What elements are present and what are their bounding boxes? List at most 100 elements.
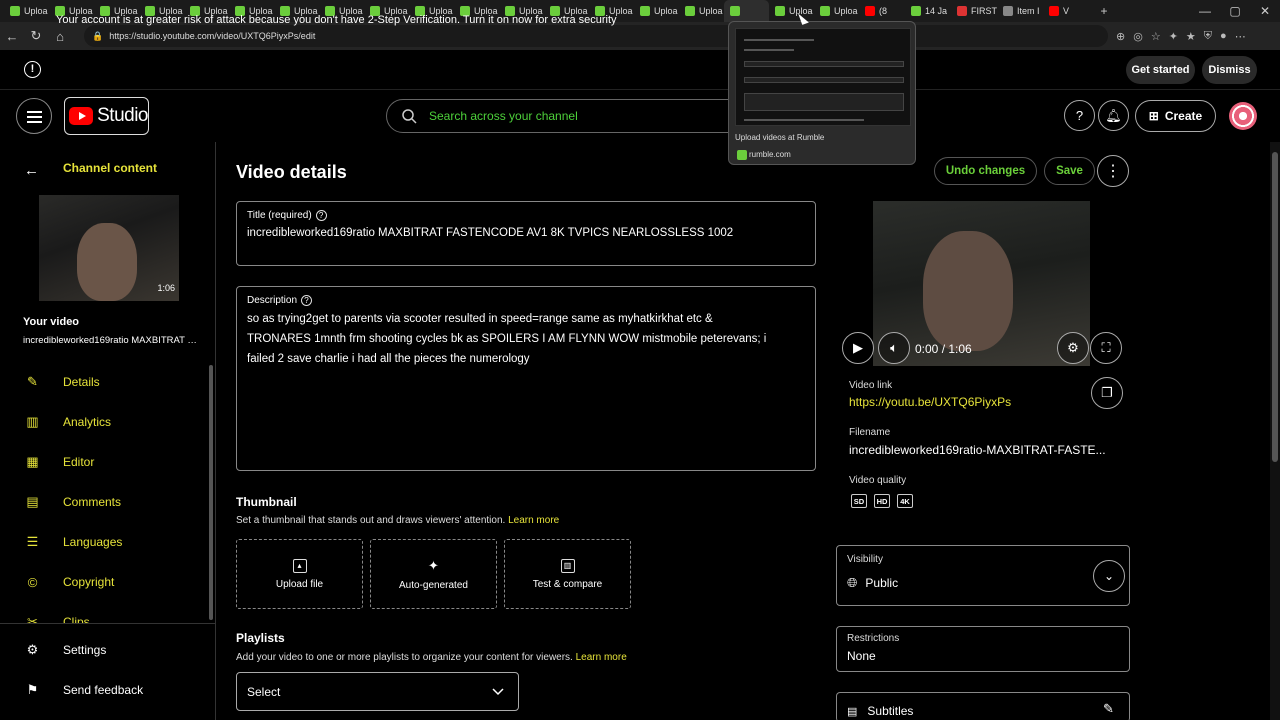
more-options-icon[interactable]: ⋮ — [1097, 155, 1129, 187]
your-video-label: Your video — [23, 316, 80, 328]
tab-favicon-icon — [640, 6, 650, 16]
volume-icon[interactable]: 🔈︎ — [878, 332, 910, 364]
close-icon[interactable]: ✕ — [1250, 4, 1280, 18]
sidebar-item-comments[interactable]: ▤ Comments — [0, 482, 210, 522]
tab-label: Uploa — [654, 6, 678, 16]
channel-content-link[interactable]: Channel content — [63, 161, 157, 175]
chevron-down-icon[interactable]: ⌄ — [1093, 560, 1125, 592]
profile-icon[interactable]: ● — [1220, 30, 1227, 43]
description-line: failed 2 save charlie i had all the piec… — [247, 353, 530, 365]
video-time: 0:00 / 1:06 — [915, 342, 972, 356]
sidebar-item-languages[interactable]: ☰ Languages — [0, 522, 210, 562]
subtitles-icon: ▤ — [847, 705, 858, 718]
shield-icon[interactable]: ⛨ — [1204, 30, 1212, 43]
help-circle-icon[interactable]: ? — [315, 210, 327, 221]
browser-tab[interactable]: 14 Ja — [905, 0, 951, 22]
address-bar[interactable]: 🔒 https://studio.youtube.com/video/UXTQ6… — [84, 25, 1108, 47]
video-player[interactable]: ▶ 🔈︎ 0:00 / 1:06 ⚙ ⛶ — [842, 201, 1122, 366]
play-icon[interactable]: ▶ — [842, 332, 874, 364]
browser-tab[interactable]: Uploa — [679, 0, 724, 22]
title-field[interactable]: Title (required)? incredibleworked169rat… — [236, 201, 816, 266]
sidebar-item-label: Analytics — [63, 415, 112, 429]
subtitles-box[interactable]: ▤ Subtitles ✎ — [836, 692, 1130, 720]
video-thumbnail[interactable]: 1:06 — [39, 195, 179, 301]
editor-icon: ▦ — [26, 454, 39, 469]
globe-icon: 🌐︎ — [847, 575, 858, 590]
back-icon[interactable]: ← — [0, 29, 24, 44]
undo-changes-button[interactable]: Undo changes — [934, 157, 1037, 185]
tab-preview-domain: rumble.com — [749, 150, 791, 159]
video-link[interactable]: https://youtu.be/UXTQ6PiyxPs — [849, 395, 1011, 409]
sidebar-item-details[interactable]: ✎ Details — [0, 362, 210, 402]
reload-icon[interactable]: ↻ — [24, 28, 48, 44]
search-placeholder: Search across your channel — [429, 109, 578, 123]
restrictions-label: Restrictions — [847, 633, 900, 644]
sparkle-icon: ✦ — [428, 557, 439, 573]
back-arrow-icon[interactable]: ← — [24, 162, 39, 179]
restrictions-value: None — [847, 649, 876, 663]
help-circle-icon[interactable]: ? — [301, 295, 313, 306]
browser-tab[interactable]: Uploa — [4, 0, 49, 22]
sidebar-item-analytics[interactable]: ▥ Analytics — [0, 402, 210, 442]
browser-tab[interactable]: V — [1043, 0, 1089, 22]
browser-tab[interactable]: FIRST — [951, 0, 997, 22]
learn-more-link[interactable]: Learn more — [576, 652, 627, 663]
browser-tab[interactable] — [724, 0, 769, 22]
tab-label: Uploa — [834, 6, 858, 16]
copy-icon[interactable]: ❐ — [1091, 377, 1123, 409]
browser-tab[interactable]: (8 — [859, 0, 905, 22]
your-video-name: incredibleworked169ratio MAXBITRAT FASTE… — [23, 335, 198, 346]
video-quality-label: Video quality — [849, 475, 907, 486]
zoom-icon[interactable]: ⊕ — [1116, 30, 1125, 43]
auto-generated-label: Auto-generated — [399, 579, 468, 591]
upload-file-button[interactable]: ▴ Upload file — [236, 539, 363, 609]
dismiss-button[interactable]: Dismiss — [1202, 56, 1257, 84]
filename-label: Filename — [849, 427, 891, 438]
languages-icon: ☰ — [26, 534, 39, 549]
restrictions-box[interactable]: Restrictions None — [836, 626, 1130, 672]
chevron-down-icon — [492, 687, 504, 695]
browser-tab[interactable]: Uploa — [634, 0, 679, 22]
menu-icon[interactable]: ⋯ — [1235, 30, 1246, 43]
learn-more-link[interactable]: Learn more — [508, 515, 559, 526]
favorite-icon[interactable]: ☆ — [1151, 30, 1161, 43]
home-icon[interactable]: ⌂ — [48, 29, 72, 44]
sidebar-item-copyright[interactable]: © Copyright — [0, 562, 210, 602]
new-tab-button[interactable]: + — [1089, 4, 1119, 18]
settings-gear-icon[interactable]: ⚙ — [1057, 332, 1089, 364]
send-feedback-item[interactable]: ⚑ Send feedback — [0, 672, 210, 708]
minimize-icon[interactable]: — — [1190, 4, 1220, 18]
description-field[interactable]: Description? so as trying2get to parents… — [236, 286, 816, 471]
pencil-icon[interactable]: ✎ — [1103, 701, 1114, 717]
help-icon[interactable]: ? — [1064, 100, 1095, 131]
sidebar-item-editor[interactable]: ▦ Editor — [0, 442, 210, 482]
extensions-icon[interactable]: ✦ — [1169, 30, 1178, 43]
notifications-icon[interactable]: 🔔︎ — [1098, 100, 1129, 131]
settings-item[interactable]: ⚙ Settings — [0, 632, 210, 668]
create-button[interactable]: ⊞ Create — [1135, 100, 1216, 132]
title-value: incredibleworked169ratio MAXBITRAT FASTE… — [247, 227, 734, 239]
get-started-button[interactable]: Get started — [1126, 56, 1195, 84]
browser-tab[interactable]: Item I — [997, 0, 1043, 22]
auto-generated-button[interactable]: ✦ Auto-generated — [370, 539, 497, 609]
test-compare-button[interactable]: ▥ Test & compare — [504, 539, 631, 609]
maximize-icon[interactable]: ▢ — [1220, 4, 1250, 18]
studio-logo[interactable]: Studio — [64, 97, 149, 135]
fullscreen-icon[interactable]: ⛶ — [1090, 332, 1122, 364]
tracking-icon[interactable]: ◎ — [1133, 30, 1143, 43]
subtitles-label: Subtitles — [867, 704, 914, 718]
favorites-icon[interactable]: ★ — [1186, 30, 1196, 43]
sidebar-scrollbar[interactable] — [209, 365, 213, 620]
save-button[interactable]: Save — [1044, 157, 1095, 185]
browser-tab[interactable]: Uploa — [814, 0, 859, 22]
sidebar-item-label: Comments — [63, 495, 122, 509]
avatar[interactable] — [1229, 102, 1257, 130]
tab-label: Uploa — [699, 6, 723, 16]
menu-button[interactable] — [16, 98, 52, 134]
visibility-box[interactable]: Visibility 🌐︎ Public ⌄ — [836, 545, 1130, 606]
playlist-select[interactable]: Select — [236, 672, 519, 711]
page-scrollbar[interactable] — [1270, 142, 1280, 720]
sd-badge: SD — [851, 494, 867, 508]
search-input[interactable]: Search across your channel — [386, 99, 746, 133]
settings-label: Settings — [63, 643, 107, 657]
